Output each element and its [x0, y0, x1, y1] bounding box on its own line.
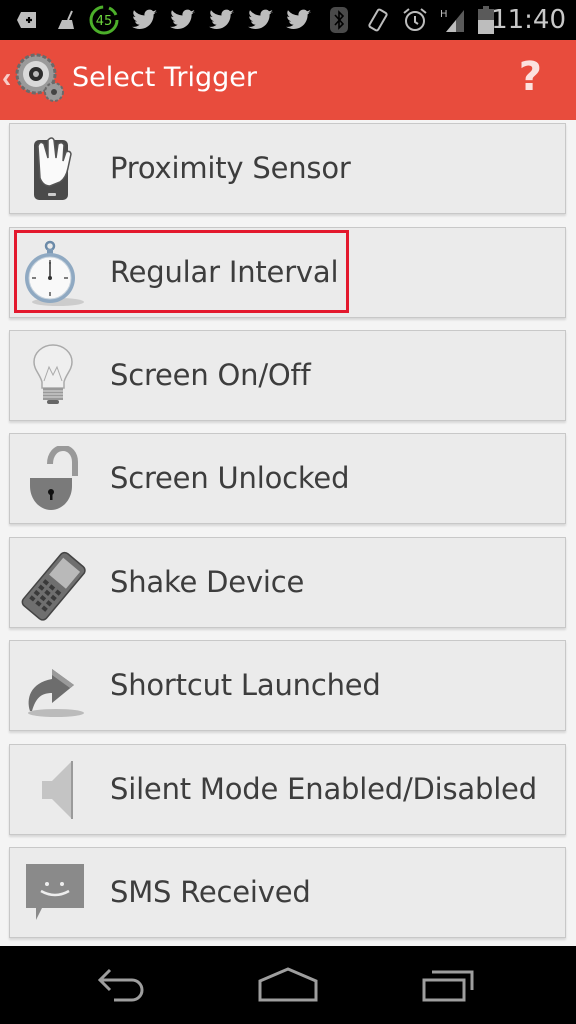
- nav-back-button[interactable]: [88, 966, 168, 1006]
- auto-rotate-icon: [366, 8, 390, 32]
- twitter-icon: [170, 8, 196, 32]
- action-bar: ‹ Select Trigger ?: [0, 40, 576, 120]
- trigger-label: Silent Mode Enabled/Disabled: [110, 772, 537, 806]
- recent-apps-icon: [422, 970, 474, 1002]
- trigger-item-shortcut-launched[interactable]: Shortcut Launched: [9, 640, 566, 731]
- nav-recents-button[interactable]: [408, 966, 488, 1006]
- badge-number: 45: [96, 14, 113, 29]
- shortcut-arrow-icon: [22, 653, 90, 721]
- app-gears-logo-icon[interactable]: [14, 52, 68, 106]
- trigger-item-sms-received[interactable]: SMS Received: [9, 847, 566, 938]
- nav-home-button[interactable]: [248, 966, 328, 1006]
- add-notification-icon: [16, 8, 38, 32]
- trigger-item-silent-mode[interactable]: Silent Mode Enabled/Disabled: [9, 744, 566, 835]
- alarm-icon: [402, 8, 428, 32]
- twitter-icon: [248, 8, 274, 32]
- sms-bubble-icon: [22, 860, 90, 928]
- back-arrow-icon: [97, 968, 144, 1002]
- signal-icon: H: [440, 8, 468, 32]
- trigger-label: Regular Interval: [110, 255, 339, 289]
- trigger-item-screen-unlocked[interactable]: Screen Unlocked: [9, 433, 566, 524]
- page-title: Select Trigger: [72, 62, 257, 93]
- speaker-icon: [22, 757, 90, 825]
- cleaner-broom-icon: [56, 8, 78, 32]
- mobile-phone-icon: [16, 550, 86, 621]
- unlocked-padlock-icon: [22, 444, 90, 514]
- back-caret-icon[interactable]: ‹: [2, 62, 11, 94]
- twitter-icon: [286, 8, 312, 32]
- twitter-icon: [209, 8, 235, 32]
- network-type-label: H: [440, 9, 448, 20]
- trigger-item-proximity-sensor[interactable]: Proximity Sensor: [9, 123, 566, 214]
- trigger-label: SMS Received: [110, 875, 311, 909]
- trigger-item-shake-device[interactable]: Shake Device: [9, 537, 566, 628]
- clock: 11:40: [491, 5, 566, 35]
- trigger-list: Proximity Sensor Regular Interval Screen…: [0, 120, 576, 946]
- twitter-icon: [132, 8, 158, 32]
- trigger-item-regular-interval[interactable]: Regular Interval: [9, 227, 566, 318]
- trigger-label: Shortcut Launched: [110, 668, 381, 702]
- trigger-label: Screen On/Off: [110, 358, 311, 392]
- light-bulb-icon: [22, 343, 90, 411]
- trigger-label: Shake Device: [110, 565, 305, 599]
- trigger-label: Proximity Sensor: [110, 151, 351, 185]
- home-icon: [258, 967, 318, 1002]
- proximity-hand-phone-icon: [22, 136, 90, 204]
- battery-percent-badge-icon: 45: [88, 4, 120, 36]
- trigger-label: Screen Unlocked: [110, 461, 350, 495]
- bluetooth-icon: [330, 7, 348, 33]
- stopwatch-icon: [22, 240, 90, 308]
- navigation-bar: [0, 946, 576, 1024]
- help-button[interactable]: ?: [519, 54, 542, 100]
- status-bar: 45 H 11:40: [0, 0, 576, 40]
- trigger-item-screen-on-off[interactable]: Screen On/Off: [9, 330, 566, 421]
